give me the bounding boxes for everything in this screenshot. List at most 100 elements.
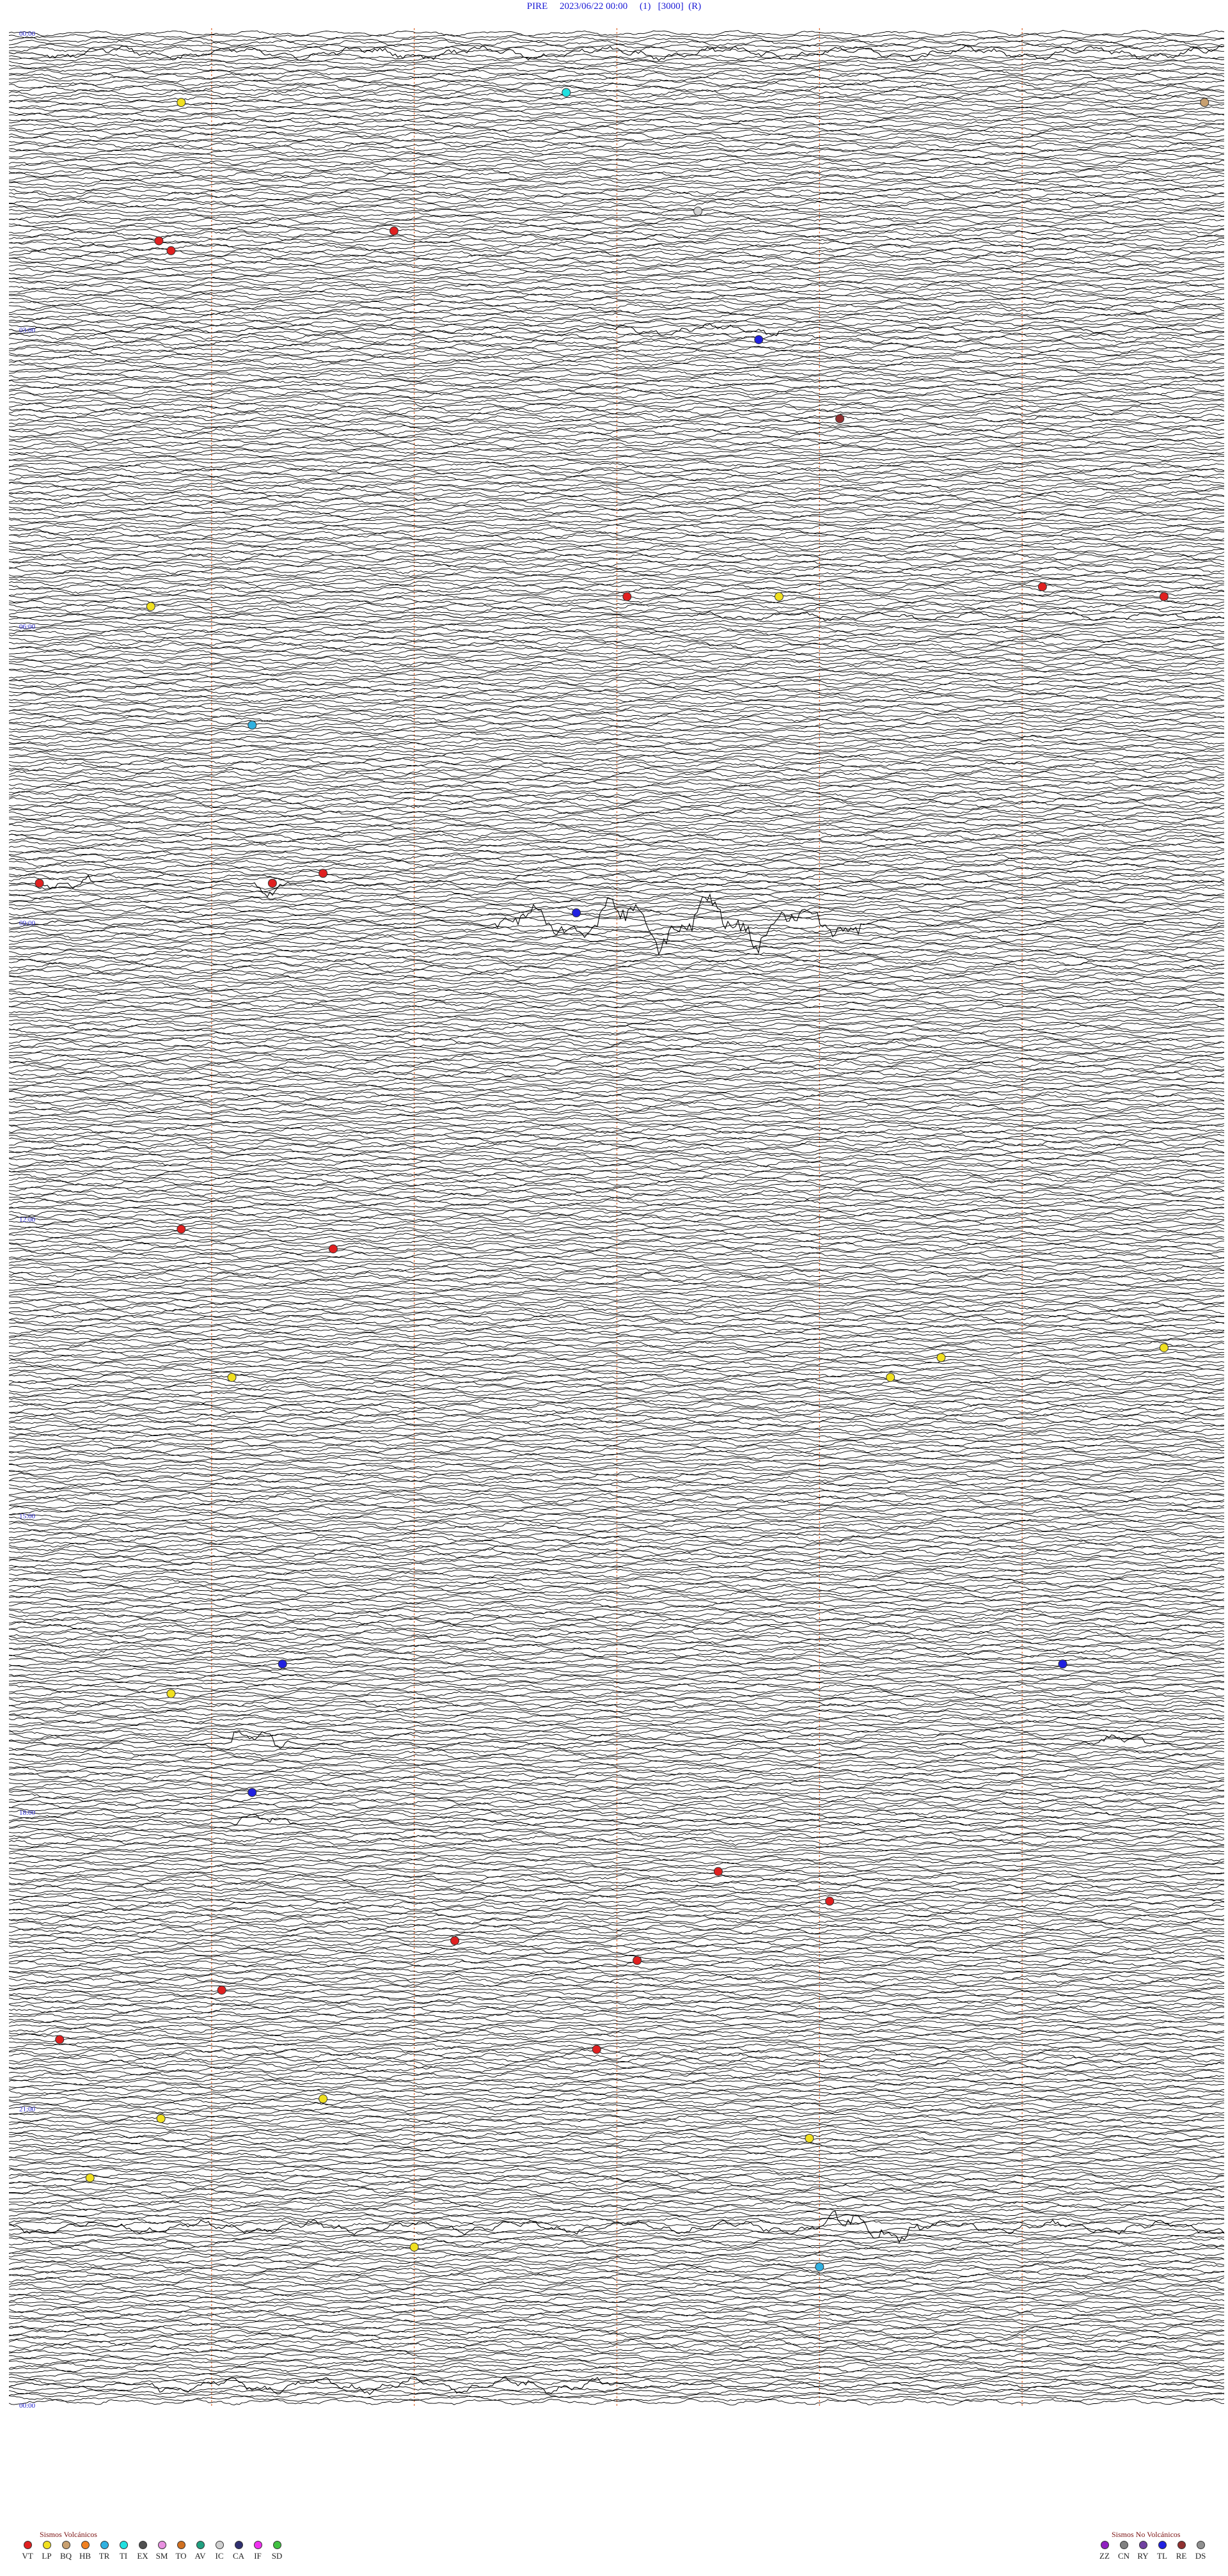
trace-row [8,125,1225,132]
legend-volcanic: VT LP BQ HB TR TI EX SM TO AV IC CA IF SD [18,2541,287,2561]
event-marker-vt [154,236,164,246]
legend-swatch [196,2541,205,2549]
event-marker-lp [177,98,186,107]
event-marker-lp [774,592,783,601]
event-marker-lp [936,1353,946,1363]
legend-code: TI [119,2551,128,2561]
legend-code: ZZ [1099,2551,1110,2561]
legend-swatch [157,2541,166,2549]
legend-swatch [1119,2541,1128,2549]
trace-row [8,1054,1225,1062]
trace-row [8,142,1225,149]
legend-code: RY [1137,2551,1149,2561]
event-marker-lp [1159,1343,1169,1352]
legend-volcanic-tr: TR [95,2541,114,2561]
event-marker-vt [713,1867,723,1876]
trace-row [8,1423,1225,1430]
event-marker-vt [166,246,176,255]
legend-volcanic-ic: IC [210,2541,229,2561]
legend-swatch [61,2541,70,2549]
hour-label: 21:00 [19,2106,36,2114]
legend-nonvolcanic-ds: DS [1191,2541,1210,2561]
hour-label: 15:00 [19,1513,36,1521]
legend-code: VT [22,2551,33,2561]
legend-code: HB [79,2551,91,2561]
trace-row [8,1467,1225,1473]
legend-volcanic-bq: BQ [56,2541,75,2561]
legend-code: IC [215,2551,224,2561]
event-marker-re [835,414,845,423]
trace-row [8,1176,1225,1183]
event-marker-lp [227,1373,237,1382]
legend-swatch [23,2541,32,2549]
legend-code: TR [98,2551,110,2561]
trace-row [8,2076,1225,2082]
trace-row [8,102,1225,109]
trace-row [8,843,1225,851]
event-marker-vt [267,878,277,888]
event-marker-vt [55,2035,65,2044]
hour-label: 09:00 [19,920,36,928]
hour-label: 03:00 [19,327,36,335]
trace-row [8,1400,1225,1407]
legend-swatch [138,2541,147,2549]
legend-volcanic-ex: EX [133,2541,152,2561]
event-marker-lp [319,2094,328,2104]
legend-volcanic-sd: SD [267,2541,287,2561]
event-marker-lp [156,2114,166,2123]
hour-label: 06:00 [19,623,36,631]
helicorder-plot: 00:00 03:00 06:00 09:00 12:00 15:00 18:00 21:00… [8,28,1225,2410]
legend-nonvolcanic-tl: TL [1153,2541,1172,2561]
event-marker-tl [1058,1659,1067,1669]
legend-nonvolcanic: ZZ CN RY TL RE DS [1095,2541,1210,2561]
legend-swatch [1177,2541,1186,2549]
event-marker-lp [805,2133,814,2143]
legend-volcanic-ti: TI [114,2541,133,2561]
legend-nonvolcanic-title: Sismos No Volcánicos [1112,2530,1181,2539]
legend-swatch [177,2541,185,2549]
legend-code: AV [194,2551,206,2561]
trace-row [8,1103,1225,1111]
legend-code: LP [42,2551,52,2561]
event-marker-tr [815,2262,824,2272]
trace-row [8,168,1225,175]
trace-row [8,2240,1225,2248]
legend-code: BQ [59,2551,72,2561]
legend-code: CN [1117,2551,1130,2561]
legend-code: CA [232,2551,245,2561]
legend-volcanic-hb: HB [75,2541,95,2561]
legend-code: EX [137,2551,148,2561]
trace-row [8,1760,1225,1766]
trace-row [8,1407,1225,1414]
legend-code: RE [1176,2551,1187,2561]
event-marker-vt [319,869,328,878]
event-marker-vt [825,1897,835,1906]
legend-volcanic-ca: CA [229,2541,248,2561]
legend-nonvolcanic-cn: CN [1114,2541,1133,2561]
legend-code: DS [1195,2551,1206,2561]
hour-label: 00:00 [19,2402,36,2410]
legend-swatch [42,2541,51,2549]
event-marker-ti [562,88,571,97]
trace-row [8,1849,1225,1854]
legend-volcanic-av: AV [191,2541,210,2561]
trace-row [8,2013,1225,2019]
legend-code: SD [271,2551,283,2561]
event-marker-tl [572,908,581,918]
event-marker-lp [886,1373,895,1382]
trace-row [8,452,1225,458]
legend-code: IF [254,2551,262,2561]
legend-volcanic-vt: VT [18,2541,37,2561]
event-marker-vt [35,878,44,888]
legend-swatch [234,2541,243,2549]
legend-swatch [1138,2541,1147,2549]
event-marker-vt [450,1936,460,1945]
trace-row [8,1081,1225,1087]
event-marker-tr [248,720,257,730]
legend-volcanic-if: IF [248,2541,267,2561]
legend-volcanic-title: Sismos Volcánicos [40,2530,97,2539]
legend-nonvolcanic-zz: ZZ [1095,2541,1114,2561]
event-marker-tl [248,1788,257,1798]
trace-row [8,1733,1225,1740]
legend-swatch [215,2541,224,2549]
